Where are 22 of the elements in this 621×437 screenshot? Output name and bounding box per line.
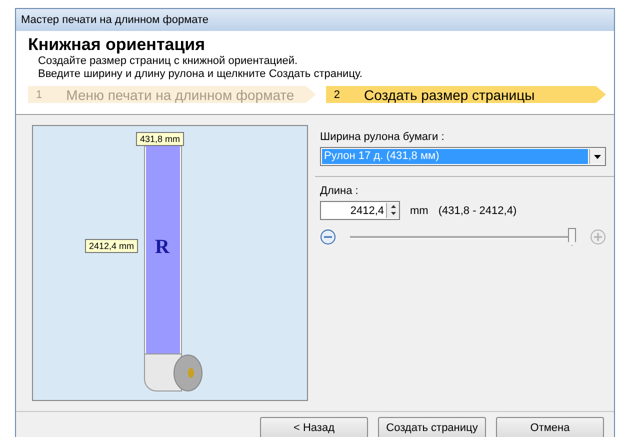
roll-width-label: Ширина рулона бумаги : [320,131,446,143]
length-spinbox[interactable]: 2412,4 [320,201,400,220]
cancel-button[interactable]: Отмена [496,417,604,437]
wizard-step: 1 Меню печати на длинном формате [28,86,316,103]
window-title: Мастер печати на длинном формате [16,9,614,31]
page-title: Книжная ориентация [28,35,206,55]
instruction-text: Создайте размер страниц с книжной ориентацией. [38,55,299,68]
instruction-text: Введите ширину и длину рулона и щелкните Создать страницу. [38,68,364,81]
range-text: (431,8 - 2412,4) [438,204,517,216]
length-label: 2412,4 mm [85,239,138,253]
dropdown-arrow-icon [594,154,601,158]
length-label: Длина : [320,185,360,197]
back-button[interactable]: < Назад [260,417,368,437]
minus-icon[interactable] [320,229,336,245]
create-page-button[interactable]: Создать страницу [378,417,486,437]
wizard-step: 2 Создать размер страницы [326,86,606,103]
spin-up-icon[interactable] [390,205,396,208]
orientation-mark: R [155,236,170,259]
slider-thumb[interactable] [568,228,576,246]
spin-down-icon[interactable] [390,212,396,215]
width-label: 431,8 mm [136,132,184,146]
unit-text: mm [410,204,428,216]
